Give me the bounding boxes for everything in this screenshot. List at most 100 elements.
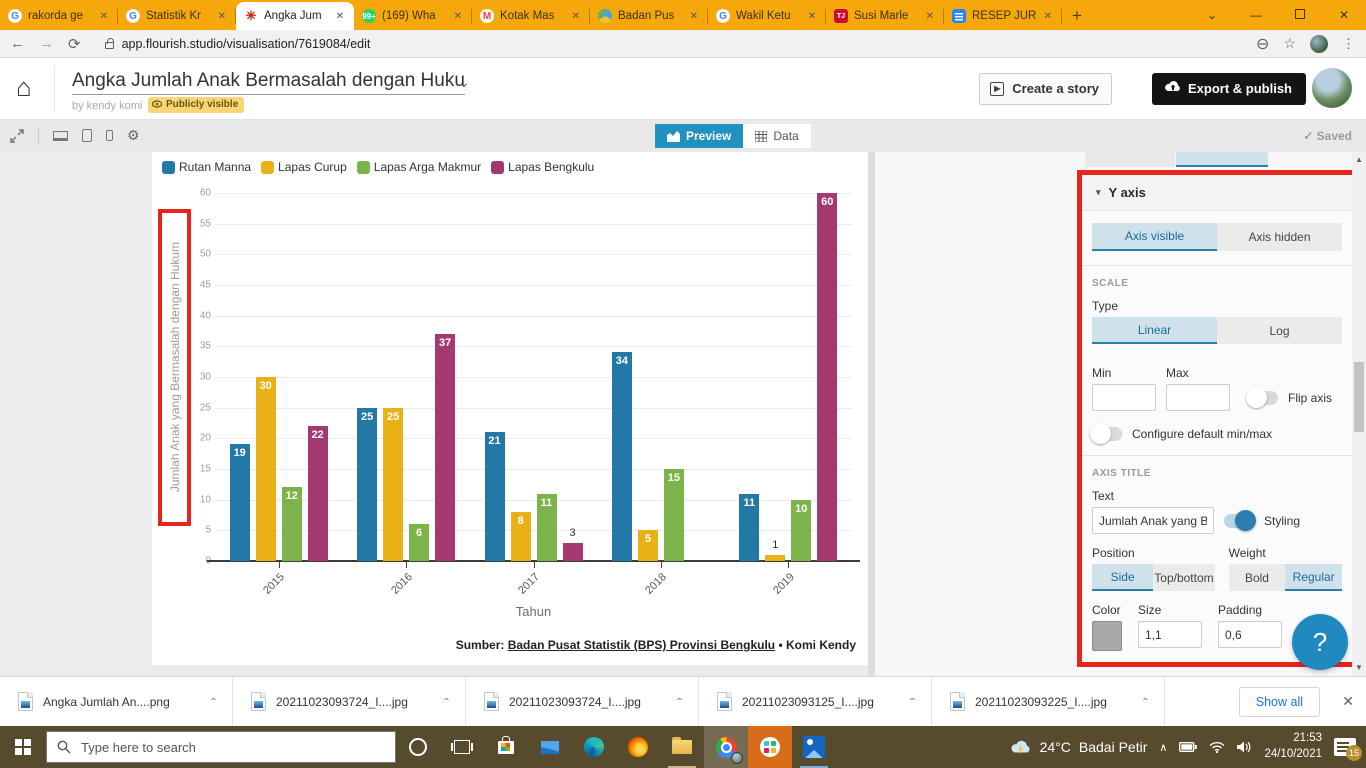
bar-2016-lapas-curup[interactable]: 25	[383, 408, 403, 561]
bar-2019-lapas-arga-makmur[interactable]: 10	[791, 500, 811, 561]
min-input[interactable]	[1092, 384, 1156, 411]
padding-input[interactable]	[1218, 621, 1282, 648]
download-item[interactable]: 20211023093724_I....jpg⌃	[466, 677, 699, 727]
axis-hidden-button[interactable]: Axis hidden	[1217, 223, 1342, 251]
address-bar[interactable]: app.flourish.studio/visualisation/761908…	[95, 33, 1242, 55]
scrollbar-thumb[interactable]	[1354, 362, 1364, 432]
scale-linear-button[interactable]: Linear	[1092, 317, 1217, 344]
visualisation-title[interactable]: Angka Jumlah Anak Bermasalah dengan Huku	[72, 70, 465, 95]
minimize-button[interactable]: —	[1234, 8, 1278, 22]
tab-search-chevron-icon[interactable]: ⌄	[1190, 8, 1234, 22]
speaker-icon[interactable]	[1237, 741, 1252, 753]
tab-close-icon[interactable]: ✕	[570, 10, 582, 23]
tab-close-icon[interactable]: ✕	[452, 10, 464, 23]
browser-tab[interactable]: TJSusi Marle✕	[826, 2, 944, 30]
settings-gear-icon[interactable]: ⚙	[127, 127, 140, 144]
title-chevron-icon[interactable]: ⌄	[458, 74, 470, 91]
bar-2015-lapas-arga-makmur[interactable]: 12	[282, 487, 302, 561]
tablet-preview-icon[interactable]	[82, 129, 92, 142]
back-button[interactable]: ←	[10, 35, 25, 52]
axis-visible-button[interactable]: Axis visible	[1092, 223, 1217, 251]
download-item[interactable]: 20211023093724_I....jpg⌃	[233, 677, 466, 727]
bar-2015-lapas-bengkulu[interactable]: 22	[308, 426, 328, 561]
bar-2015-rutan-manna[interactable]: 19	[230, 444, 250, 561]
weather-widget[interactable]: 24°C Badai Petir	[1010, 739, 1148, 755]
browser-tab[interactable]: GWakil Ketu✕	[708, 2, 826, 30]
restore-button[interactable]	[1278, 8, 1322, 22]
wifi-icon[interactable]	[1209, 741, 1225, 753]
tab-close-icon[interactable]: ✕	[98, 10, 110, 23]
bar-2019-lapas-curup[interactable]: 1	[765, 555, 785, 561]
scroll-down-icon[interactable]: ▼	[1352, 660, 1366, 676]
tab-close-icon[interactable]: ✕	[334, 10, 346, 23]
taskbar-search-box[interactable]: Type here to search	[46, 731, 396, 763]
microsoft-store-icon[interactable]	[484, 726, 528, 768]
scale-log-button[interactable]: Log	[1217, 317, 1342, 344]
chrome-icon[interactable]	[704, 726, 748, 768]
browser-tab[interactable]: 99+(169) Wha✕	[354, 2, 472, 30]
bar-2016-lapas-arga-makmur[interactable]: 6	[409, 524, 429, 561]
reload-button[interactable]: ⟳	[68, 35, 81, 53]
browser-menu-icon[interactable]: ⋮	[1342, 36, 1356, 52]
notification-center-icon[interactable]: 15	[1334, 738, 1356, 756]
browser-profile-avatar[interactable]	[1310, 35, 1328, 53]
download-item[interactable]: 20211023093225_I....jpg⌃	[932, 677, 1165, 727]
new-tab-button[interactable]: +	[1062, 2, 1092, 30]
footer-source-link[interactable]: Badan Pusat Statistik (BPS) Provinsi Ben…	[508, 638, 775, 652]
slack-icon[interactable]	[748, 726, 792, 768]
bookmark-star-icon[interactable]: ☆	[1283, 35, 1296, 52]
bar-2019-lapas-bengkulu[interactable]: 60	[817, 193, 837, 561]
show-all-downloads-button[interactable]: Show all	[1239, 687, 1320, 717]
bar-2017-lapas-bengkulu[interactable]: 3	[563, 543, 583, 561]
size-input[interactable]	[1138, 621, 1202, 648]
download-item[interactable]: 20211023093125_I....jpg⌃	[699, 677, 932, 727]
weight-regular-button[interactable]: Regular	[1285, 564, 1342, 591]
flip-axis-toggle[interactable]	[1248, 391, 1278, 405]
edge-icon[interactable]	[572, 726, 616, 768]
desktop-preview-icon[interactable]	[53, 131, 68, 141]
max-input[interactable]	[1166, 384, 1230, 411]
axis-title-text-input[interactable]	[1092, 507, 1214, 534]
zoom-indicator-icon[interactable]: ⊖	[1256, 34, 1269, 54]
color-swatch[interactable]	[1092, 621, 1122, 651]
browser-tab[interactable]: RESEP JUR✕	[944, 2, 1062, 30]
styling-toggle[interactable]	[1224, 514, 1254, 528]
file-explorer-icon[interactable]	[660, 726, 704, 768]
download-options-chevron-icon[interactable]: ⌃	[675, 696, 684, 706]
bar-2019-rutan-manna[interactable]: 11	[739, 494, 759, 561]
fullscreen-icon[interactable]	[10, 129, 24, 143]
browser-tab[interactable]: Badan Pus✕	[590, 2, 708, 30]
battery-icon[interactable]	[1179, 742, 1197, 752]
bar-2017-lapas-curup[interactable]: 8	[511, 512, 531, 561]
tab-preview[interactable]: Preview	[655, 124, 743, 148]
user-avatar[interactable]	[1312, 68, 1352, 108]
help-button[interactable]: ?	[1292, 614, 1348, 670]
position-side-button[interactable]: Side	[1092, 564, 1153, 591]
bar-2017-lapas-arga-makmur[interactable]: 11	[537, 494, 557, 561]
download-item[interactable]: Angka Jumlah An....png⌃	[0, 677, 233, 727]
forward-button[interactable]: →	[39, 35, 54, 52]
browser-tab[interactable]: MKotak Mas✕	[472, 2, 590, 30]
configure-minmax-toggle[interactable]	[1092, 427, 1122, 441]
bar-2016-rutan-manna[interactable]: 25	[357, 408, 377, 561]
firefox-icon[interactable]	[616, 726, 660, 768]
export-publish-button[interactable]: Export & publish	[1152, 73, 1306, 105]
position-topbottom-button[interactable]: Top/bottom	[1153, 564, 1214, 591]
settings-scrollbar[interactable]: ▲ ▼	[1352, 152, 1366, 676]
browser-tab[interactable]: GStatistik Kr✕	[118, 2, 236, 30]
close-button[interactable]: ✕	[1322, 8, 1366, 22]
tab-close-icon[interactable]: ✕	[924, 10, 936, 23]
browser-tab[interactable]: Grakorda ge✕	[0, 2, 118, 30]
home-icon[interactable]: ⌂	[16, 72, 32, 103]
tab-close-icon[interactable]: ✕	[216, 10, 228, 23]
tab-close-icon[interactable]: ✕	[806, 10, 818, 23]
photos-icon[interactable]	[792, 726, 836, 768]
section-header-y-axis[interactable]: ▾ Y axis	[1082, 175, 1352, 211]
task-view-icon[interactable]	[440, 726, 484, 768]
weight-bold-button[interactable]: Bold	[1229, 564, 1286, 591]
tab-data[interactable]: Data	[743, 124, 810, 148]
scroll-up-icon[interactable]: ▲	[1352, 152, 1366, 168]
tab-close-icon[interactable]: ✕	[688, 10, 700, 23]
download-options-chevron-icon[interactable]: ⌃	[442, 696, 451, 706]
bar-2016-lapas-bengkulu[interactable]: 37	[435, 334, 455, 561]
